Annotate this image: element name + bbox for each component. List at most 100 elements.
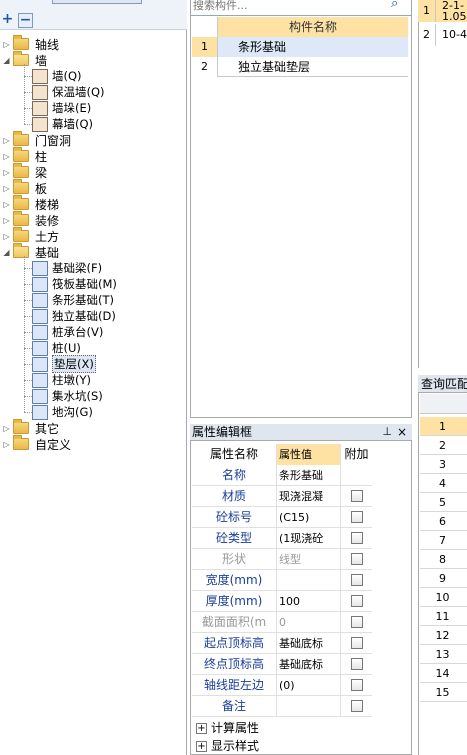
property-value[interactable]: (1现浇砼 [276, 528, 340, 549]
query-row[interactable]: 15 [420, 683, 467, 702]
query-row[interactable]: 3 [420, 455, 467, 474]
extra-checkbox[interactable] [351, 616, 363, 628]
tree-node[interactable]: ▷ 板 [2, 179, 47, 196]
query-row[interactable]: 8 [420, 550, 467, 569]
tree-child-item[interactable]: 幕墙(Q) [32, 116, 93, 132]
tree-child-item[interactable]: 垫层(X) [32, 355, 96, 373]
search-box[interactable]: ⌕ [190, 0, 412, 16]
list-row[interactable]: 1 条形基础 [192, 37, 408, 57]
quota-row[interactable]: 1 2-1- 1.05 [418, 0, 467, 22]
tree-node[interactable]: ▷ 自定义 [2, 435, 71, 452]
tree-child-item[interactable]: 独立基础(D) [32, 308, 116, 324]
query-row-num: 10 [435, 591, 450, 604]
query-row[interactable]: 4 [420, 474, 467, 493]
extra-checkbox[interactable] [351, 658, 363, 670]
query-row[interactable]: 2 [420, 436, 467, 455]
tree-child-item[interactable]: 桩(U) [32, 340, 81, 356]
search-input[interactable] [193, 0, 383, 13]
query-row[interactable]: 11 [420, 607, 467, 626]
tree-child-item[interactable]: 筏板基础(M) [32, 276, 117, 292]
list-row[interactable]: 2 独立基础垫层 [192, 57, 408, 77]
tree-node[interactable]: ▷ 其它 [2, 419, 59, 436]
query-row[interactable]: 5 [420, 493, 467, 512]
collapse-arrow-icon[interactable]: ◢ [2, 248, 11, 257]
list-header-name[interactable]: 构件名称 [218, 17, 408, 37]
property-value[interactable] [276, 570, 340, 591]
expand-arrow-icon[interactable]: ▷ [2, 184, 11, 193]
list-row-name[interactable]: 独立基础垫层 [218, 57, 408, 77]
expand-plus-icon[interactable]: + [196, 741, 207, 752]
tree-child-item[interactable]: 保温墙(Q) [32, 84, 105, 100]
collapse-all-icon[interactable]: − [18, 13, 33, 28]
property-value[interactable]: (C15) [276, 507, 340, 528]
expand-arrow-icon[interactable]: ▷ [2, 40, 11, 49]
tree-child-item[interactable]: 墙垛(E) [32, 100, 91, 116]
query-row[interactable]: 14 [420, 664, 467, 683]
tree-node[interactable]: ◢ 基础 [2, 243, 59, 260]
property-value[interactable]: 基础底标 [276, 654, 340, 675]
tree-child-item[interactable]: 条形基础(T) [32, 292, 114, 308]
tree-child-label: 独立基础(D) [52, 309, 116, 323]
expand-arrow-icon[interactable]: ▷ [2, 136, 11, 145]
extra-checkbox[interactable] [351, 637, 363, 649]
property-value[interactable]: 条形基础 [276, 465, 340, 486]
extra-checkbox[interactable] [351, 679, 363, 691]
close-icon[interactable]: × [397, 424, 407, 440]
property-value[interactable]: 现浇混凝 [276, 486, 340, 507]
tree-child-item[interactable]: 桩承台(V) [32, 324, 103, 340]
extra-checkbox[interactable] [351, 553, 363, 565]
property-value[interactable] [276, 696, 340, 717]
tree-child-item[interactable]: 柱墩(Y) [32, 372, 91, 388]
property-name: 终点顶标高 [203, 657, 264, 671]
property-group[interactable]: + 显示样式 [192, 737, 372, 755]
collapse-arrow-icon[interactable]: ◢ [2, 56, 11, 65]
tree-child-item[interactable]: 集水坑(S) [32, 388, 103, 404]
property-value[interactable]: 基础底标 [276, 633, 340, 654]
expand-arrow-icon[interactable]: ▷ [2, 200, 11, 209]
query-row[interactable]: 12 [420, 626, 467, 645]
tree-node[interactable]: ▷ 梁 [2, 163, 47, 180]
tree-child-item[interactable]: 墙(Q) [32, 68, 82, 84]
expand-arrow-icon[interactable]: ▷ [2, 152, 11, 161]
property-row: 砼标号 (C15) [192, 507, 372, 528]
tree-connector [24, 396, 32, 397]
property-header-value: 属性值 [276, 444, 340, 465]
extra-checkbox[interactable] [351, 574, 363, 586]
search-icon[interactable]: ⌕ [391, 0, 407, 12]
query-row[interactable]: 10 [420, 588, 467, 607]
query-row[interactable]: 7 [420, 531, 467, 550]
list-header-num [192, 17, 218, 37]
expand-arrow-icon[interactable]: ▷ [2, 232, 11, 241]
property-name: 厚度(mm) [205, 594, 263, 608]
query-row[interactable]: 13 [420, 645, 467, 664]
tree-node[interactable]: ▷ 轴线 [2, 35, 59, 52]
expand-arrow-icon[interactable]: ▷ [2, 424, 11, 433]
query-row[interactable]: 9 [420, 569, 467, 588]
extra-checkbox[interactable] [351, 511, 363, 523]
extra-checkbox[interactable] [351, 532, 363, 544]
property-value[interactable]: (0) [276, 675, 340, 696]
extra-checkbox[interactable] [351, 700, 363, 712]
tree-node[interactable]: ▷ 土方 [2, 227, 59, 244]
list-row-name[interactable]: 条形基础 [218, 37, 408, 57]
expand-plus-icon[interactable]: + [196, 723, 207, 734]
expand-arrow-icon[interactable]: ▷ [2, 168, 11, 177]
expand-arrow-icon[interactable]: ▷ [2, 440, 11, 449]
tree-child-item[interactable]: 基础梁(F) [32, 260, 102, 276]
quota-row[interactable]: 2 10-4 [418, 24, 467, 46]
property-row: 起点顶标高 基础底标 [192, 633, 372, 654]
tree-node[interactable]: ▷ 楼梯 [2, 195, 59, 212]
extra-checkbox[interactable] [351, 595, 363, 607]
tree-node[interactable]: ▷ 门窗洞 [2, 131, 71, 148]
expand-all-icon[interactable]: + [0, 12, 15, 28]
pin-icon[interactable]: ⊥ [382, 424, 392, 440]
tree-node[interactable]: ▷ 柱 [2, 147, 47, 164]
tree-child-item[interactable]: 地沟(G) [32, 404, 93, 420]
expand-arrow-icon[interactable]: ▷ [2, 216, 11, 225]
property-group[interactable]: + 计算属性 [192, 719, 372, 737]
extra-checkbox[interactable] [351, 490, 363, 502]
tree-node[interactable]: ▷ 装修 [2, 211, 59, 228]
property-value[interactable]: 100 [276, 591, 340, 612]
query-row[interactable]: 6 [420, 512, 467, 531]
query-row[interactable]: 1 [420, 417, 467, 436]
